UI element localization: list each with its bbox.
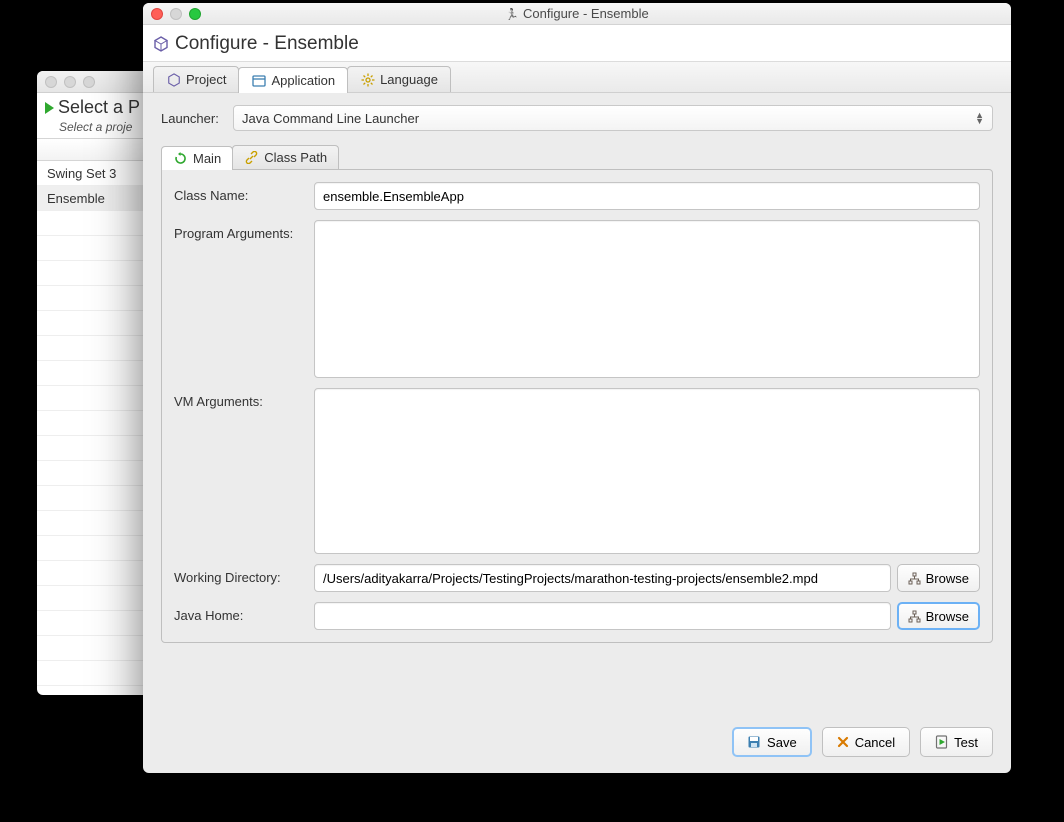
outer-tabs: Project Application Language [143, 62, 1011, 93]
java-home-input[interactable] [314, 602, 891, 630]
tab-main[interactable]: Main [161, 146, 233, 170]
tree-icon [908, 572, 921, 585]
bg-close-icon[interactable] [45, 76, 57, 88]
cancel-button[interactable]: Cancel [822, 727, 910, 757]
save-label: Save [767, 735, 797, 750]
footer: Save Cancel Test [143, 717, 1011, 773]
tab-application[interactable]: Application [238, 67, 348, 93]
tab-project[interactable]: Project [153, 66, 239, 92]
play-doc-icon [935, 735, 948, 749]
inner-tabs: Main Class Path [161, 145, 993, 169]
browse-label: Browse [926, 571, 969, 586]
list-item-label: Ensemble [47, 191, 105, 206]
bg-zoom-icon[interactable] [83, 76, 95, 88]
fg-titlebar: Configure - Ensemble [143, 3, 1011, 25]
window-title-text: Configure - Ensemble [523, 6, 649, 21]
bg-heading: Select a P [58, 97, 140, 118]
disk-icon [747, 735, 761, 749]
program-args-label: Program Arguments: [174, 220, 308, 241]
chevron-updown-icon: ▲▼ [975, 112, 984, 124]
main-form: Class Name: Program Arguments: VM Argume… [161, 169, 993, 643]
refresh-icon [173, 151, 188, 166]
hexagon-icon [153, 36, 169, 52]
window-icon [251, 73, 266, 88]
close-icon[interactable] [151, 8, 163, 20]
list-item-label: Swing Set 3 [47, 166, 116, 181]
configure-window: Configure - Ensemble Configure - Ensembl… [143, 3, 1011, 773]
minimize-icon[interactable] [170, 8, 182, 20]
launcher-row: Launcher: Java Command Line Launcher ▲▼ [161, 105, 993, 131]
working-dir-browse-button[interactable]: Browse [897, 564, 980, 592]
launcher-label: Launcher: [161, 111, 221, 126]
vm-args-input[interactable] [314, 388, 980, 554]
cancel-label: Cancel [855, 735, 895, 750]
vm-args-label: VM Arguments: [174, 388, 308, 409]
runner-icon [505, 6, 519, 21]
window-title: Configure - Ensemble [143, 6, 1011, 21]
java-home-browse-button[interactable]: Browse [897, 602, 980, 630]
class-name-input[interactable] [314, 182, 980, 210]
tab-label: Application [271, 73, 335, 88]
working-dir-input[interactable] [314, 564, 891, 592]
test-button[interactable]: Test [920, 727, 993, 757]
tab-label: Project [186, 72, 226, 87]
tab-label: Language [380, 72, 438, 87]
tree-icon [908, 610, 921, 623]
zoom-icon[interactable] [189, 8, 201, 20]
config-body: Launcher: Java Command Line Launcher ▲▼ … [143, 93, 1011, 717]
browse-label: Browse [926, 609, 969, 624]
launcher-value: Java Command Line Launcher [242, 111, 419, 126]
program-args-input[interactable] [314, 220, 980, 378]
link-icon [244, 150, 259, 165]
class-name-label: Class Name: [174, 182, 308, 203]
tab-label: Main [193, 151, 221, 166]
tab-language[interactable]: Language [347, 66, 451, 92]
cube-icon [166, 72, 181, 87]
subheader: Configure - Ensemble [143, 25, 1011, 62]
save-button[interactable]: Save [732, 727, 812, 757]
x-icon [837, 736, 849, 748]
tab-label: Class Path [264, 150, 327, 165]
tab-classpath[interactable]: Class Path [232, 145, 339, 169]
working-dir-label: Working Directory: [174, 564, 308, 585]
gear-icon [360, 72, 375, 87]
page-title: Configure - Ensemble [175, 33, 359, 55]
bg-minimize-icon[interactable] [64, 76, 76, 88]
launcher-select[interactable]: Java Command Line Launcher ▲▼ [233, 105, 993, 131]
play-icon [45, 102, 54, 114]
java-home-label: Java Home: [174, 602, 308, 623]
test-label: Test [954, 735, 978, 750]
